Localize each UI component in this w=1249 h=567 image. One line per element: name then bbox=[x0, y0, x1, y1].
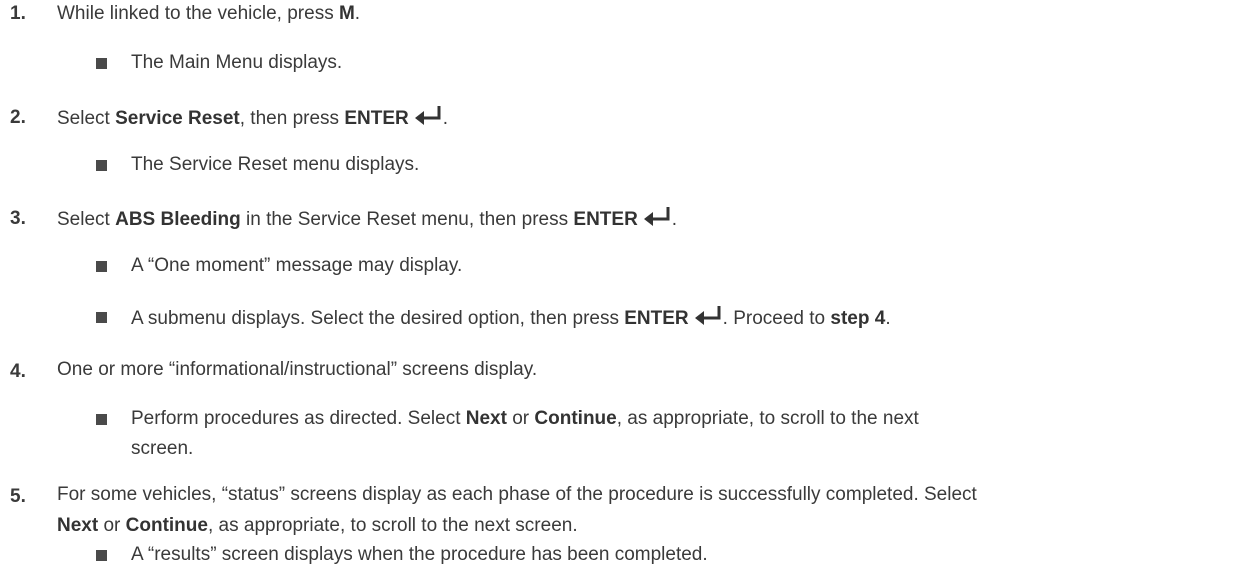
step-3-bullet-2: A submenu displays. Select the desired o… bbox=[131, 304, 891, 331]
step-text: or bbox=[98, 515, 126, 536]
bullet-text: , as appropriate, to scroll to the next bbox=[616, 408, 919, 429]
option-label: Continue bbox=[534, 408, 617, 429]
punct: . bbox=[671, 209, 678, 230]
step-number: 4. bbox=[10, 361, 26, 382]
step-5-text-cont: Next or Continue, as appropriate, to scr… bbox=[57, 514, 578, 538]
punct: . bbox=[885, 308, 891, 329]
bullet-text: . Proceed to bbox=[722, 308, 831, 329]
option-label: Next bbox=[57, 515, 99, 536]
step-4-bullet-1: Perform procedures as directed. Select N… bbox=[131, 407, 919, 431]
step-number: 2. bbox=[10, 107, 26, 128]
bullet-square-icon bbox=[96, 312, 107, 323]
step-reference: step 4 bbox=[830, 308, 886, 329]
step-text: While linked to the vehicle, press bbox=[57, 3, 339, 24]
step-2-bullet-1: The Service Reset menu displays. bbox=[131, 154, 420, 175]
step-1-bullet-1: The Main Menu displays. bbox=[131, 52, 343, 73]
step-text: , as appropriate, to scroll to the next … bbox=[207, 515, 578, 536]
step-number: 5. bbox=[10, 486, 26, 507]
bullet-square-icon bbox=[96, 261, 107, 272]
step-text: Select bbox=[57, 209, 116, 230]
bullet-text: A submenu displays. Select the desired o… bbox=[131, 308, 625, 329]
step-5-bullet-1: A “results” screen displays when the pro… bbox=[131, 544, 708, 565]
punct: . bbox=[354, 3, 361, 24]
step-3-bullet-1: A “One moment” message may display. bbox=[131, 255, 463, 276]
step-3-text: Select ABS Bleeding in the Service Reset… bbox=[57, 205, 677, 232]
step-4-text: One or more “informational/instructional… bbox=[57, 359, 538, 380]
bullet-square-icon bbox=[96, 550, 107, 561]
bullet-square-icon bbox=[96, 414, 107, 425]
enter-return-arrow-icon bbox=[693, 304, 723, 326]
step-text: in the Service Reset menu, then press bbox=[240, 209, 574, 230]
step-number: 1. bbox=[10, 3, 26, 24]
step-5-text: For some vehicles, “status” screens disp… bbox=[57, 484, 977, 505]
step-text: Select bbox=[57, 108, 116, 129]
step-text: , then press bbox=[239, 108, 345, 129]
option-label: Next bbox=[465, 408, 507, 429]
menu-label: ABS Bleeding bbox=[115, 209, 241, 230]
key-label: ENTER bbox=[624, 308, 689, 329]
menu-label: Service Reset bbox=[115, 108, 240, 129]
option-label: Continue bbox=[125, 515, 208, 536]
punct: . bbox=[442, 108, 448, 129]
key-label: ENTER bbox=[573, 209, 638, 230]
bullet-square-icon bbox=[96, 58, 107, 69]
step-2-text: Select Service Reset, then press ENTER. bbox=[57, 104, 448, 131]
key-label: M bbox=[338, 3, 355, 24]
instruction-document: 1. While linked to the vehicle, press M.… bbox=[0, 0, 1249, 565]
bullet-text: or bbox=[506, 408, 535, 429]
step-1-text: While linked to the vehicle, press M. bbox=[57, 2, 360, 26]
enter-return-arrow-icon bbox=[642, 205, 672, 227]
step-4-bullet-1-cont: screen. bbox=[131, 438, 194, 459]
enter-return-arrow-icon bbox=[413, 104, 443, 126]
bullet-square-icon bbox=[96, 160, 107, 171]
key-label: ENTER bbox=[344, 108, 409, 129]
bullet-text: Perform procedures as directed. Select bbox=[131, 408, 466, 429]
step-number: 3. bbox=[10, 208, 26, 229]
